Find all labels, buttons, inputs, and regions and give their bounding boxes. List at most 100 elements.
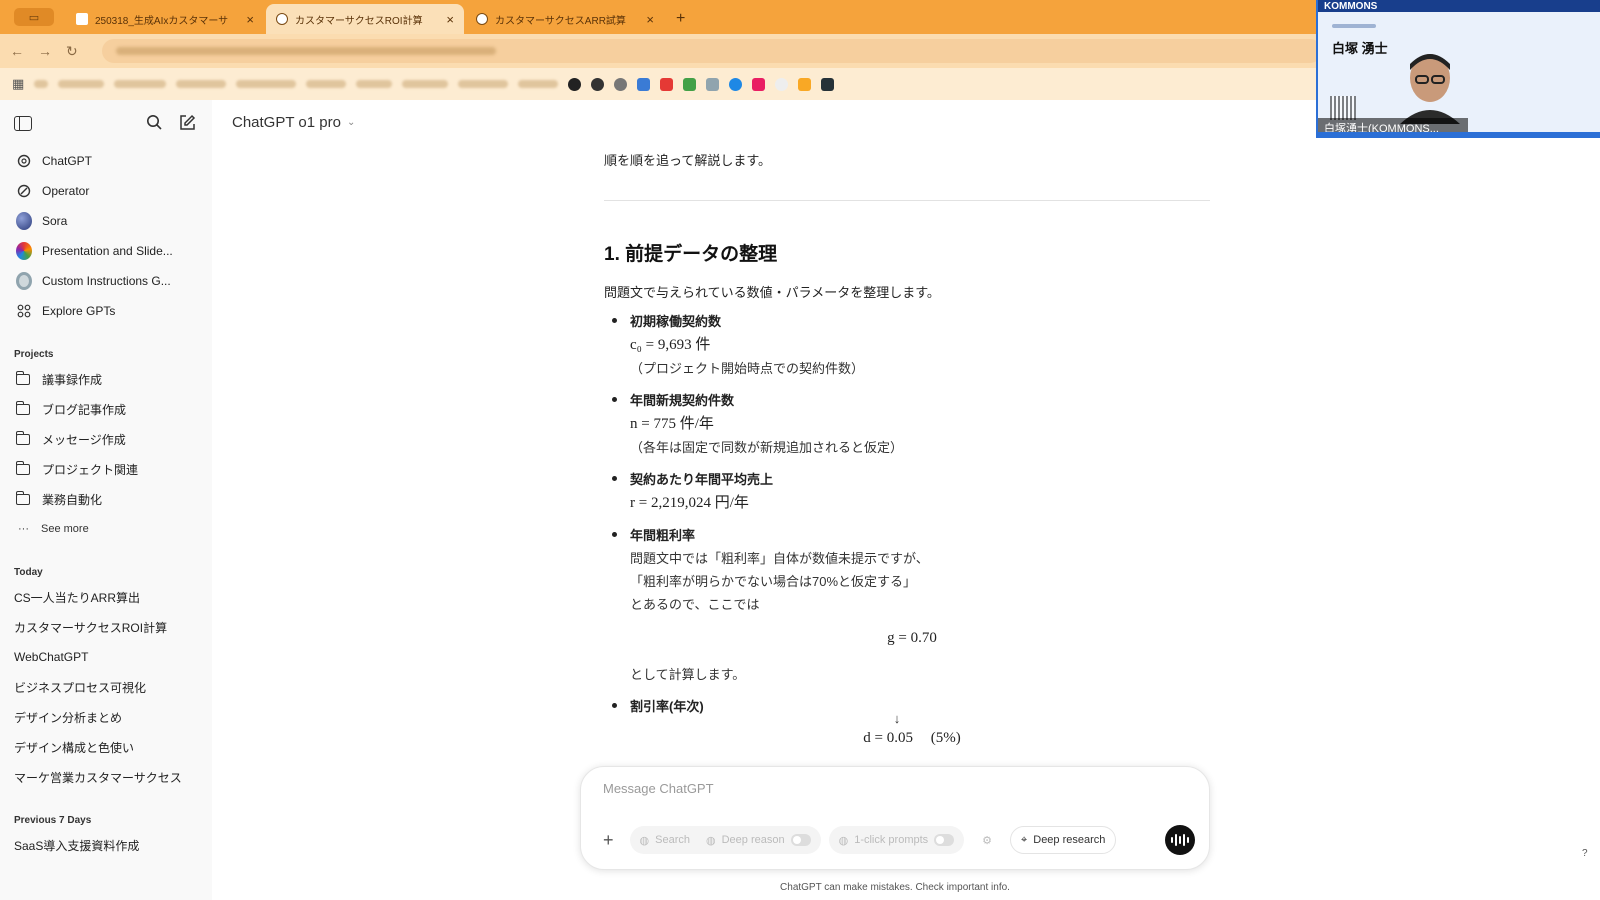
intro-text: 問題文で与えられている数値・パラメータを整理します。	[604, 285, 940, 300]
project-item[interactable]: メッセージ作成	[0, 424, 212, 454]
chat-history-item[interactable]: マーケ営業カスタマーサクセス	[0, 762, 212, 792]
project-item[interactable]: ブログ記事作成	[0, 394, 212, 424]
item-title: 割引率(年次)	[630, 699, 704, 714]
bookmark[interactable]	[34, 80, 49, 88]
sidebar-item-label: Explore GPTs	[42, 304, 116, 318]
project-label: ブログ記事作成	[42, 402, 127, 417]
list-item: 割引率(年次) d = 0.05 (5%)	[604, 696, 1224, 747]
folder-icon	[16, 400, 30, 415]
sidebar-item-sora[interactable]: Sora	[0, 206, 212, 236]
apps-grid-icon[interactable]: ▦	[12, 76, 24, 92]
item-note: 「粗利率が明らかでない場合は70%と仮定する」	[630, 574, 917, 589]
message-text: 順を順を追って解説します。	[604, 153, 772, 168]
operator-icon	[16, 183, 32, 199]
chat-history-item[interactable]: デザイン構成と色使い	[0, 732, 212, 762]
chat-history-item[interactable]: SaaS導入支援資料作成	[0, 830, 212, 860]
bookmark[interactable]	[458, 80, 509, 88]
bookmark[interactable]	[176, 80, 227, 88]
bookmark-icon[interactable]	[821, 77, 835, 91]
bookmark[interactable]	[58, 80, 105, 88]
search-label: Search	[655, 834, 690, 846]
list-item: 年間粗利率 問題文中では「粗利率」自体が数値未提示ですが、 「粗利率が明らかでな…	[604, 525, 1224, 686]
bookmark[interactable]	[236, 80, 297, 88]
reload-icon[interactable]: ↻	[66, 43, 78, 60]
settings-icon[interactable]: ⚙	[972, 826, 1002, 854]
sidebar-item-label: Sora	[42, 214, 68, 228]
bookmark-icon[interactable]	[729, 77, 743, 91]
sidebar-item-custom-instructions[interactable]: Custom Instructions G...	[0, 266, 212, 296]
chevron-down-icon: ⌄	[346, 117, 356, 128]
item-note: 問題文中では「粗利率」自体が数値未提示ですが、	[630, 551, 929, 566]
folder-icon	[16, 430, 30, 445]
close-icon[interactable]: ×	[646, 12, 654, 27]
chat-history-item[interactable]: ビジネスプロセス可視化	[0, 672, 212, 702]
close-icon[interactable]: ×	[246, 12, 254, 27]
browser-tab-1[interactable]: カスタマーサクセスROI計算 ×	[266, 4, 464, 34]
search-button[interactable]: ◍ Search ◍ Deep reason	[629, 826, 821, 854]
sidebar-toggle-icon[interactable]	[14, 115, 32, 131]
item-note: とあるので、ここでは	[630, 597, 760, 612]
model-name: ChatGPT o1 pro	[232, 114, 341, 131]
sidebar-item-explore-gpts[interactable]: Explore GPTs	[0, 296, 212, 326]
project-item[interactable]: プロジェクト関連	[0, 454, 212, 484]
prompts-toggle[interactable]	[934, 834, 955, 846]
bookmark[interactable]	[114, 80, 167, 88]
item-note: として計算します。	[630, 667, 746, 682]
bookmark[interactable]	[356, 80, 393, 88]
item-title: 初期稼働契約数	[630, 314, 722, 329]
prompts-button[interactable]: ◍ 1-click prompts	[828, 826, 965, 854]
bookmark-icon[interactable]	[775, 77, 789, 91]
bookmark-icon[interactable]	[568, 77, 582, 91]
new-tab-button[interactable]: +	[676, 10, 685, 28]
attach-button[interactable]: +	[595, 826, 622, 854]
url-input[interactable]	[101, 39, 1322, 63]
bookmark-icon[interactable]	[706, 77, 720, 91]
message-input[interactable]: Message ChatGPT	[603, 781, 714, 796]
bookmark-icon[interactable]	[683, 77, 697, 91]
slack-icon[interactable]	[752, 77, 766, 91]
chat-history-item[interactable]: CS一人当たりARR算出	[0, 582, 212, 612]
new-chat-icon[interactable]	[178, 114, 196, 132]
close-icon[interactable]: ×	[446, 12, 454, 27]
search-icon[interactable]	[146, 114, 162, 130]
browser-tab-0[interactable]: 250318_生成AIxカスタマーサ ×	[66, 4, 264, 34]
deep-research-button[interactable]: ⌖ Deep research	[1010, 826, 1117, 854]
chat-history-item[interactable]: カスタマーサクセスROI計算	[0, 612, 212, 642]
bookmark-icon[interactable]	[798, 77, 812, 91]
forward-icon[interactable]: →	[38, 43, 52, 59]
math-formula: c₀ = 9,693 件	[630, 337, 711, 353]
voice-mode-button[interactable]	[1165, 825, 1195, 855]
sidebar-item-operator[interactable]: Operator	[0, 176, 212, 206]
speaker-video	[1400, 54, 1460, 124]
help-button[interactable]: ?	[1582, 848, 1588, 859]
chat-history-item[interactable]: デザイン分析まとめ	[0, 702, 212, 732]
list-item: 契約あたり年間平均売上 r = 2,219,024 円/年	[604, 469, 1224, 515]
chat-history-item[interactable]: WebChatGPT	[0, 642, 212, 672]
project-item[interactable]: 業務自動化	[0, 484, 212, 514]
previous-7-days-heading: Previous 7 Days	[14, 815, 92, 826]
bookmark[interactable]	[402, 80, 449, 88]
tab-overview-button[interactable]: ▭	[14, 8, 54, 26]
see-more-button[interactable]: ··· See more	[0, 514, 212, 544]
list-item: 初期稼働契約数 c₀ = 9,693 件 （プロジェクト開始時点での契約件数）	[604, 311, 1224, 380]
openai-icon	[276, 13, 288, 25]
bookmark[interactable]	[306, 80, 347, 88]
bookmark-icon[interactable]	[660, 77, 674, 91]
scroll-down-button[interactable]: ↓	[885, 706, 909, 730]
back-icon[interactable]: ←	[10, 43, 24, 59]
browser-tab-2[interactable]: カスタマーサクセスARR試算 ×	[466, 4, 664, 34]
bookmark-icon[interactable]	[614, 77, 628, 91]
projects-heading: Projects	[14, 349, 54, 360]
bookmark[interactable]	[518, 80, 559, 88]
sidebar-item-chatgpt[interactable]: ChatGPT	[0, 146, 212, 176]
project-item[interactable]: 議事録作成	[0, 364, 212, 394]
bookmark-icon[interactable]	[591, 77, 605, 91]
sidebar-item-label: Operator	[42, 184, 90, 198]
brand-logo: KOMMONS	[1324, 0, 1378, 12]
model-selector[interactable]: ChatGPT o1 pro ⌄	[232, 114, 355, 131]
bookmark-icon[interactable]	[637, 77, 651, 91]
project-label: 業務自動化	[42, 492, 103, 507]
sidebar-item-presentation[interactable]: Presentation and Slide...	[0, 236, 212, 266]
see-more-label: See more	[41, 523, 89, 535]
reason-toggle[interactable]	[790, 834, 811, 846]
